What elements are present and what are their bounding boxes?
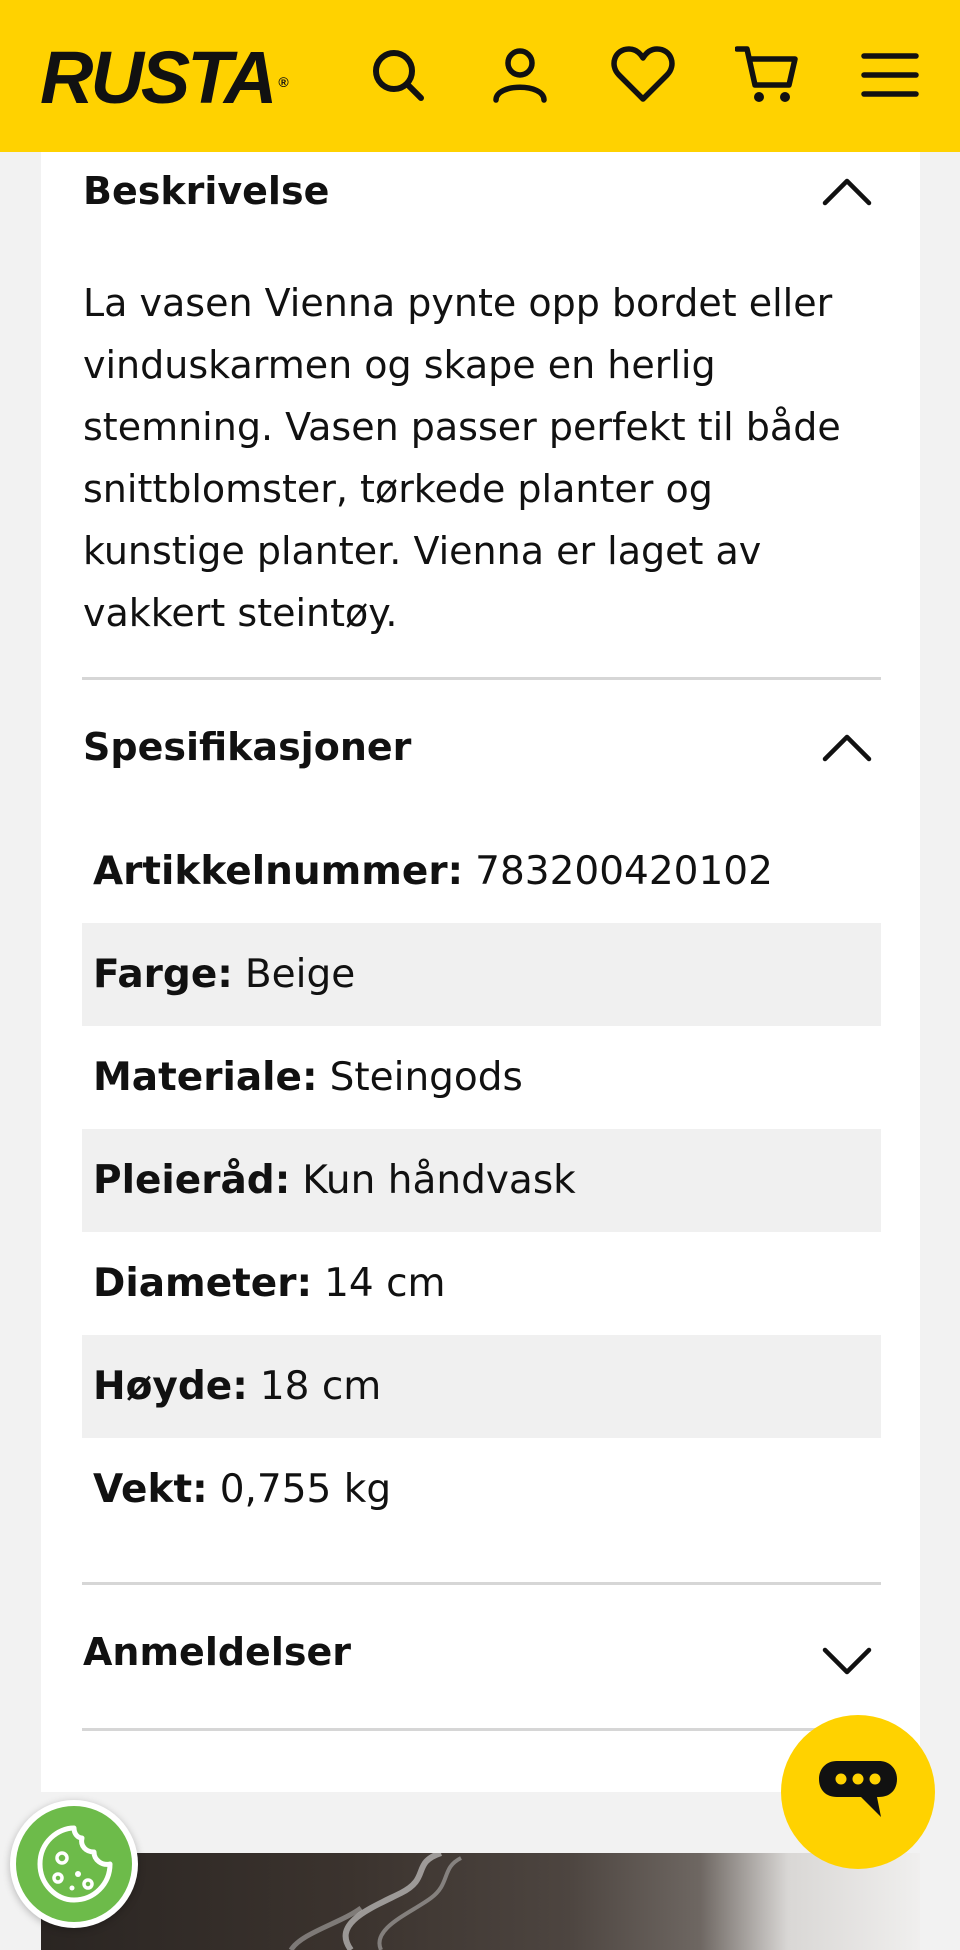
spec-label: Farge: <box>93 952 233 997</box>
spec-row-diameter: Diameter: 14 cm <box>82 1232 881 1335</box>
cart-icon[interactable] <box>732 40 802 110</box>
divider <box>82 677 881 680</box>
spec-value: Kun håndvask <box>302 1158 576 1203</box>
spec-label: Pleieråd: <box>93 1158 291 1203</box>
description-text: La vasen Vienna pynte opp bordet eller v… <box>83 281 841 635</box>
spec-row-material: Materiale: Steingods <box>82 1026 881 1129</box>
search-icon[interactable] <box>363 40 433 110</box>
divider <box>82 1728 881 1731</box>
spec-value: 783200420102 <box>475 849 773 894</box>
spec-row-care: Pleieråd: Kun håndvask <box>82 1129 881 1232</box>
heart-icon[interactable] <box>608 40 678 110</box>
cookie-icon <box>16 1806 132 1922</box>
cookie-settings-button[interactable] <box>10 1800 138 1928</box>
product-info-card: Beskrivelse La vasen Vienna pynte opp bo… <box>41 152 920 1792</box>
user-icon[interactable] <box>485 40 555 110</box>
spec-value: 0,755 kg <box>219 1467 392 1512</box>
spec-value: 18 cm <box>259 1364 382 1409</box>
spec-value: 14 cm <box>324 1261 446 1306</box>
spec-label: Materiale: <box>93 1055 318 1100</box>
spec-label: Vekt: <box>93 1467 208 1512</box>
menu-icon[interactable] <box>855 40 925 110</box>
chat-button[interactable] <box>781 1715 935 1869</box>
product-image <box>41 1853 920 1950</box>
spec-label: Artikkelnummer: <box>93 849 464 894</box>
chevron-up-icon[interactable] <box>821 167 873 219</box>
spec-row-height: Høyde: 18 cm <box>82 1335 881 1438</box>
spec-value: Steingods <box>329 1055 523 1100</box>
spec-row-color: Farge: Beige <box>82 923 881 1026</box>
spec-row-weight: Vekt: 0,755 kg <box>82 1438 881 1541</box>
specifications-heading[interactable]: Spesifikasjoner <box>83 725 411 769</box>
chevron-down-icon[interactable] <box>821 1634 873 1686</box>
site-header: RUSTA ® <box>0 0 960 152</box>
rusta-logo[interactable]: RUSTA ® <box>40 40 289 116</box>
logo-text: RUSTA <box>40 36 277 119</box>
chat-icon <box>819 1761 897 1817</box>
spec-row-article-number: Artikkelnummer: 783200420102 <box>82 820 881 923</box>
chevron-up-icon[interactable] <box>821 723 873 775</box>
reviews-heading[interactable]: Anmeldelser <box>83 1630 351 1674</box>
spec-label: Høyde: <box>93 1364 248 1409</box>
spec-label: Diameter: <box>93 1261 313 1306</box>
spec-value: Beige <box>244 952 356 997</box>
divider <box>82 1582 881 1585</box>
description-heading[interactable]: Beskrivelse <box>83 169 329 213</box>
